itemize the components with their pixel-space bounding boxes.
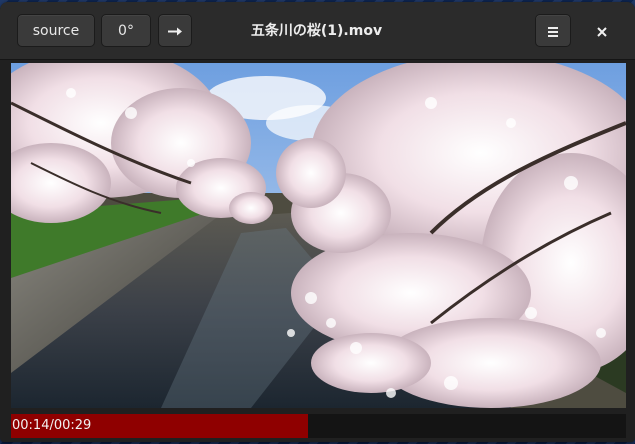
progress-bar[interactable]: 00:14/00:29 <box>11 414 626 438</box>
arrow-button[interactable] <box>158 14 192 47</box>
close-icon <box>597 27 607 37</box>
hamburger-menu-icon <box>548 27 558 37</box>
timecode: 00:14/00:29 <box>12 418 92 433</box>
arrow-right-icon <box>168 27 182 36</box>
menu-button[interactable] <box>535 14 571 47</box>
window-title: 五条川の桜(1).mov <box>250 23 383 39</box>
video-frame[interactable] <box>11 63 626 408</box>
source-button[interactable]: source <box>17 14 95 47</box>
close-button[interactable] <box>587 19 617 45</box>
video-frame-image <box>11 63 626 408</box>
rotation-button[interactable]: 0° <box>101 14 151 47</box>
headerbar: source 0° 五条川の桜(1).mov <box>0 2 635 60</box>
video-player-window: source 0° 五条川の桜(1).mov 00:14/00:29 <box>0 2 635 442</box>
